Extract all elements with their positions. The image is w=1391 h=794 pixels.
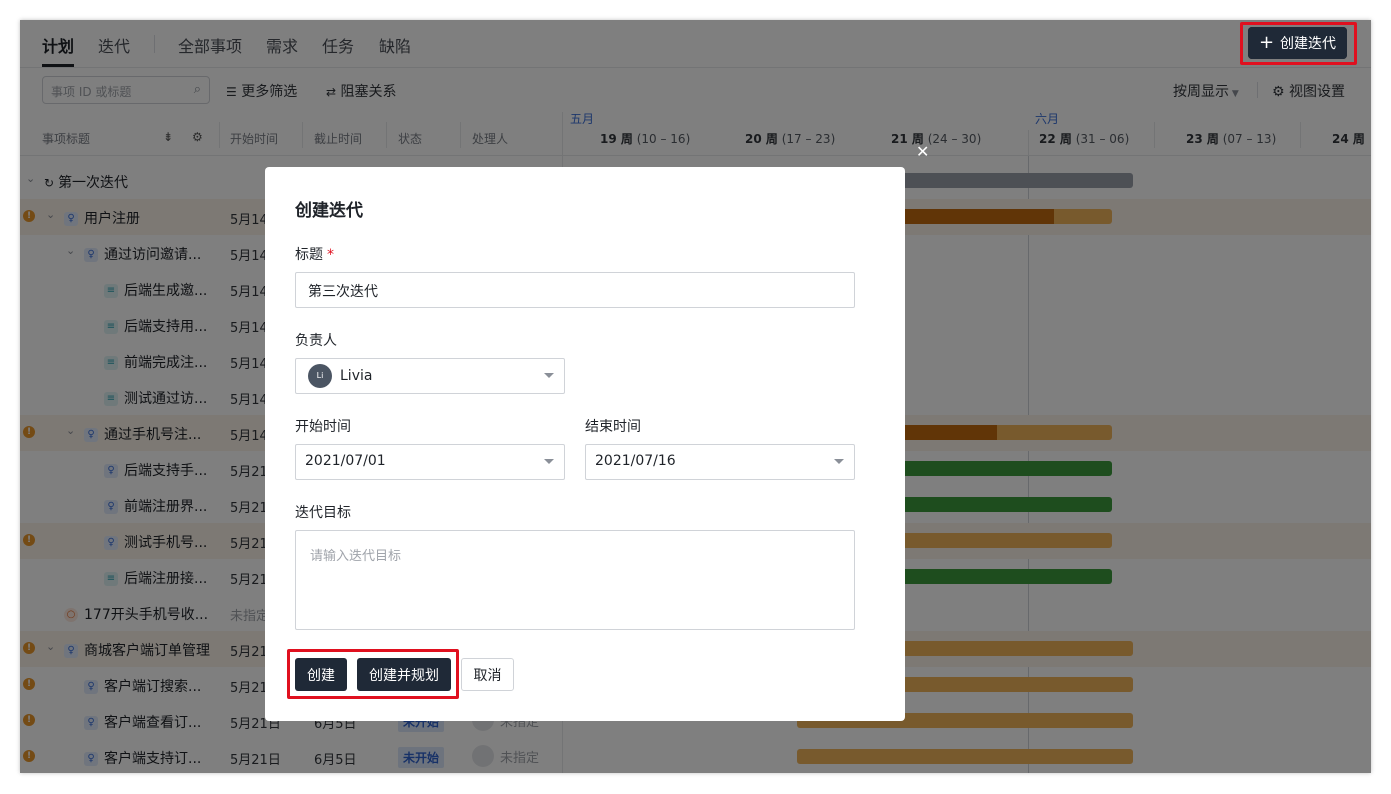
cancel-button[interactable]: 取消 [461, 658, 514, 691]
end-date-label: 结束时间 [585, 419, 641, 435]
chevron-down-icon [544, 459, 554, 464]
goal-textarea[interactable]: 请输入迭代目标 [295, 530, 855, 630]
start-date-label: 开始时间 [295, 419, 351, 435]
start-date-picker[interactable]: 2021/07/01 [295, 444, 565, 480]
chevron-down-icon [544, 373, 554, 378]
goal-field-label: 迭代目标 [295, 505, 351, 521]
end-date-picker[interactable]: 2021/07/16 [585, 444, 855, 480]
highlight-box [287, 649, 459, 699]
title-input-value: 第三次迭代 [308, 284, 378, 300]
title-input[interactable]: 第三次迭代 [295, 272, 855, 308]
avatar: Li [308, 364, 332, 388]
highlight-box [1240, 22, 1357, 65]
required-mark: * [327, 247, 334, 263]
title-field-label: 标题 * [295, 244, 334, 264]
title-label-text: 标题 [295, 247, 323, 263]
app-frame: 计划 迭代 全部事项 需求 任务 缺陷 + 创建迭代 事项 ID 或标题 ⌕ ☰… [20, 20, 1371, 773]
owner-value: Livia [340, 368, 373, 384]
start-date-value: 2021/07/01 [305, 453, 386, 469]
close-icon[interactable]: ✕ [916, 142, 929, 161]
owner-select[interactable]: Li Livia [295, 358, 565, 394]
chevron-down-icon [834, 459, 844, 464]
owner-field-label: 负责人 [295, 333, 337, 349]
dialog-title: 创建迭代 [295, 201, 363, 221]
goal-placeholder: 请输入迭代目标 [310, 549, 402, 564]
create-iteration-dialog: 创建迭代 标题 * 第三次迭代 负责人 Li Livia 开始时间 2021/07/… [265, 167, 905, 721]
end-date-value: 2021/07/16 [595, 453, 676, 469]
